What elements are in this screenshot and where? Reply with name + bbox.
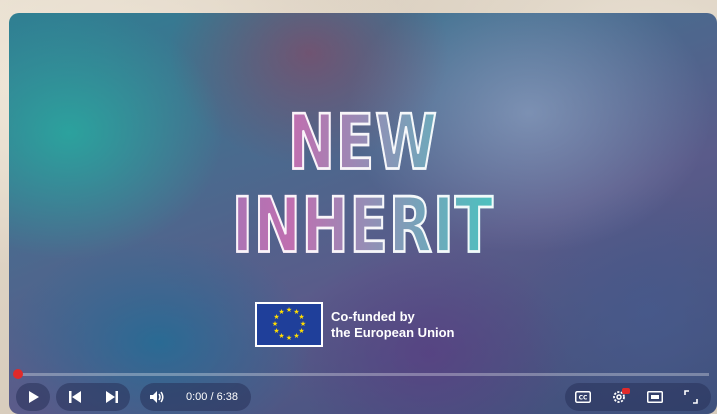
- captions-icon: CC: [575, 391, 591, 403]
- play-button[interactable]: [16, 383, 50, 411]
- play-button-pill: [16, 383, 50, 411]
- video-player[interactable]: NEW INHERIT ★ ★ ★ ★ ★ ★ ★ ★ ★ ★ ★ ★ Co-funded by…: [9, 13, 717, 414]
- svg-text:★: ★: [293, 332, 299, 340]
- progress-bar[interactable]: [17, 373, 709, 376]
- fullscreen-icon: [684, 390, 698, 404]
- captions-button[interactable]: CC: [565, 383, 601, 411]
- previous-icon: [68, 391, 81, 403]
- eu-funding-logo: ★ ★ ★ ★ ★ ★ ★ ★ ★ ★ ★ ★ Co-funded by the Europea…: [255, 302, 455, 347]
- miniplayer-icon: [647, 391, 663, 403]
- settings-button[interactable]: [601, 383, 637, 411]
- fullscreen-button[interactable]: [673, 383, 709, 411]
- eu-funding-text: Co-funded by the European Union: [331, 309, 455, 341]
- svg-text:★: ★: [272, 320, 278, 328]
- eu-text-line1: Co-funded by: [331, 308, 415, 324]
- svg-text:★: ★: [278, 308, 284, 316]
- player-controls: 0:00 / 6:38 CC: [9, 383, 717, 413]
- video-title-line2: INHERIT: [9, 181, 717, 271]
- volume-icon: [150, 391, 164, 403]
- hd-badge: [622, 388, 630, 394]
- eu-flag-icon: ★ ★ ★ ★ ★ ★ ★ ★ ★ ★ ★ ★: [255, 302, 323, 347]
- right-controls-pill: CC: [565, 383, 711, 411]
- volume-time-pill: 0:00 / 6:38: [140, 383, 251, 411]
- next-icon: [105, 391, 118, 403]
- skip-controls-pill: [56, 383, 130, 411]
- video-title-line1: NEW: [9, 98, 717, 188]
- next-button[interactable]: [93, 383, 130, 411]
- miniplayer-button[interactable]: [637, 383, 673, 411]
- time-display: 0:00 / 6:38: [186, 391, 238, 403]
- volume-button[interactable]: [140, 383, 174, 411]
- svg-text:★: ★: [286, 306, 292, 314]
- svg-text:CC: CC: [579, 395, 588, 402]
- svg-text:★: ★: [273, 327, 279, 335]
- svg-text:★: ★: [286, 334, 292, 342]
- eu-text-line2: the European Union: [331, 324, 455, 340]
- play-icon: [29, 391, 39, 403]
- progress-scrubber[interactable]: [13, 369, 23, 379]
- previous-button[interactable]: [56, 383, 93, 411]
